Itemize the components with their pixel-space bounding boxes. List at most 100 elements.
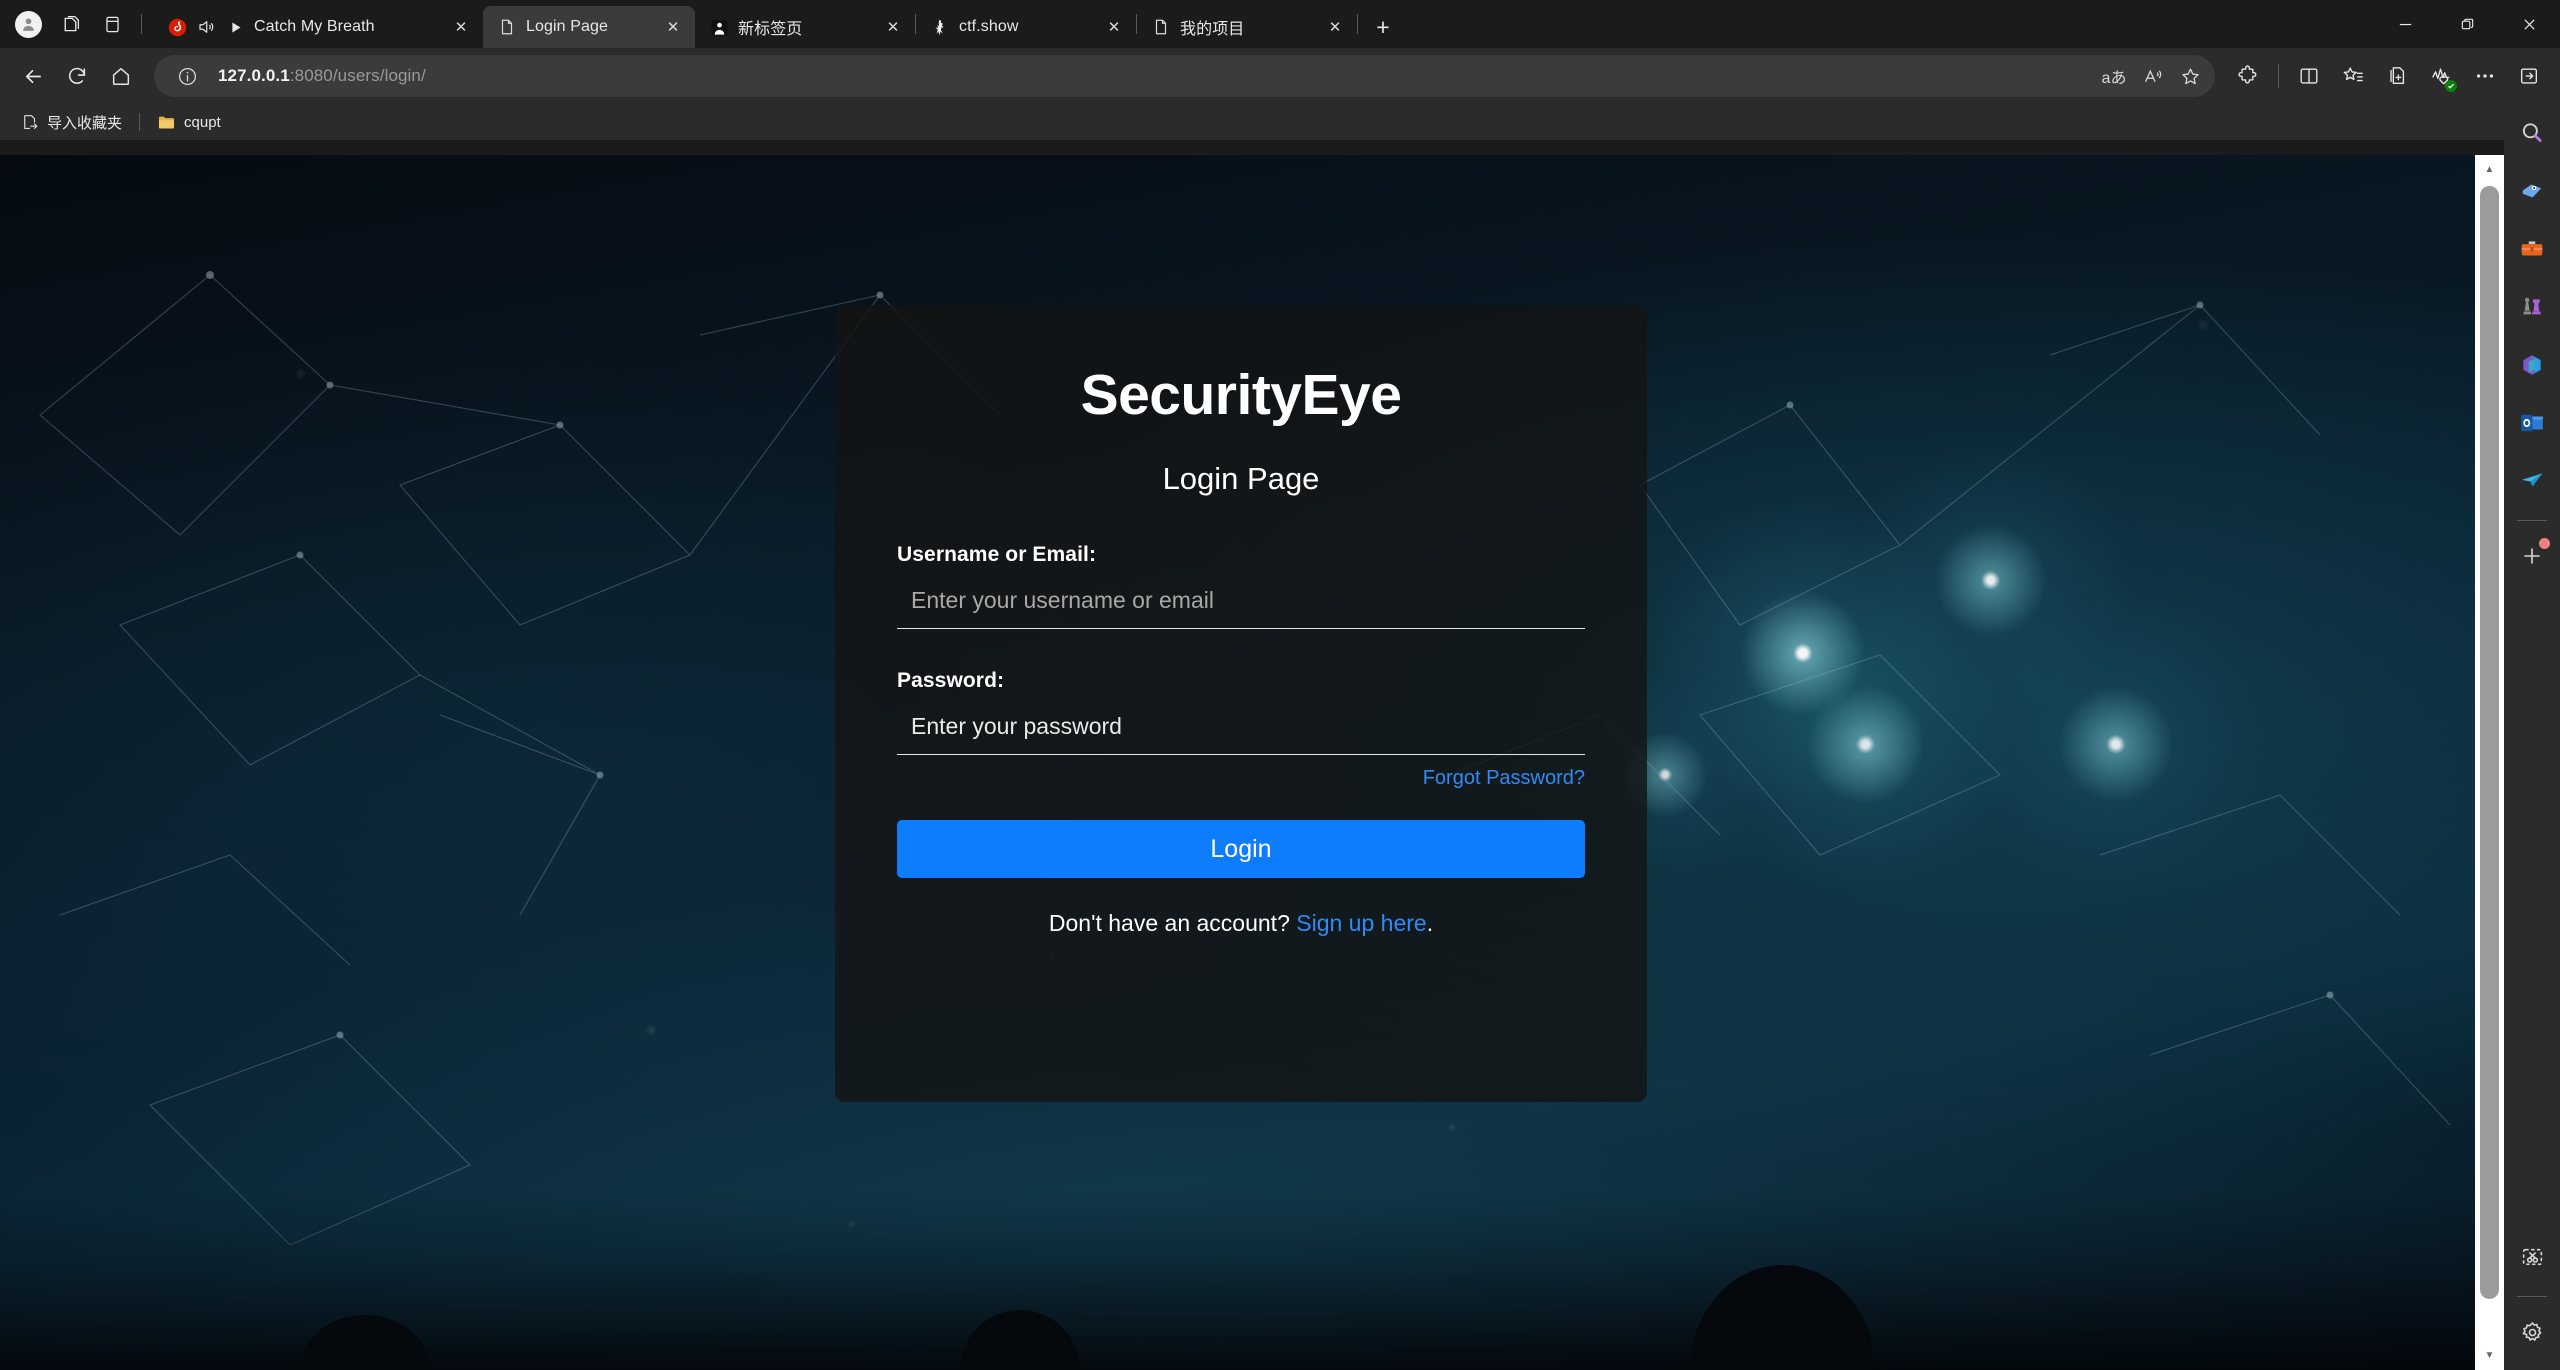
tab-my-project[interactable]: 我的项目 ✕ — [1137, 6, 1357, 48]
tab-mute-speaker-icon[interactable] — [196, 17, 216, 37]
read-aloud-icon — [2142, 66, 2163, 87]
tab-close-button[interactable]: ✕ — [880, 14, 906, 40]
tab-title: 我的项目 — [1180, 15, 1313, 39]
import-favorites-icon — [21, 113, 39, 131]
sidebar-microsoft365-button[interactable] — [2510, 343, 2554, 387]
collections-button[interactable] — [2332, 55, 2374, 97]
workspaces-button[interactable] — [50, 5, 90, 43]
crowd-silhouette — [0, 1190, 2504, 1370]
split-screen-icon — [2298, 65, 2320, 87]
games-chess-icon — [2519, 294, 2545, 320]
folder-icon — [157, 113, 176, 132]
window-close-button[interactable] — [2498, 0, 2560, 48]
login-button[interactable]: Login — [897, 820, 1585, 878]
extensions-button[interactable] — [2227, 55, 2269, 97]
sidebar-outlook-button[interactable] — [2510, 401, 2554, 445]
address-bar[interactable]: 127.0.0.1:8080/users/login/ aあ — [154, 55, 2215, 97]
edge-sidebar — [2504, 96, 2560, 1370]
essentials-status-badge — [2445, 80, 2457, 92]
translate-button[interactable]: aあ — [2095, 57, 2133, 95]
scrollbar-thumb[interactable] — [2480, 186, 2499, 1299]
workspaces-icon — [60, 14, 81, 35]
telegram-send-icon — [2519, 468, 2545, 494]
netease-music-icon — [167, 17, 187, 37]
sidebar-toggle-button[interactable] — [2508, 55, 2550, 97]
tab-login-page[interactable]: Login Page ✕ — [483, 6, 695, 48]
sidebar-add-button[interactable] — [2510, 534, 2554, 578]
sidebar-games-button[interactable] — [2510, 285, 2554, 329]
window-maximize-button[interactable] — [2436, 0, 2498, 48]
tab-ctfshow[interactable]: ctf.show ✕ — [916, 6, 1136, 48]
read-aloud-button[interactable] — [2133, 57, 2171, 95]
search-icon — [2519, 120, 2545, 146]
screenshot-snip-icon — [2520, 1245, 2545, 1270]
bookmark-label: cqupt — [184, 114, 221, 131]
username-input[interactable] — [897, 581, 1585, 629]
bookmark-label: 导入收藏夹 — [47, 112, 122, 133]
forgot-password-link[interactable]: Forgot Password? — [1423, 767, 1585, 789]
refresh-button[interactable] — [56, 55, 98, 97]
new-tab-button[interactable]: + — [1364, 8, 1402, 46]
bookmark-folder-cqupt[interactable]: cqupt — [148, 108, 230, 136]
microsoft-365-icon — [2519, 352, 2545, 378]
tab-new-tab-page[interactable]: 新标签页 ✕ — [695, 6, 915, 48]
page-scrollbar[interactable]: ▲ ▼ — [2475, 155, 2504, 1370]
tools-toolbox-icon — [2519, 236, 2545, 262]
back-button[interactable] — [12, 55, 54, 97]
forgot-password-row: Forgot Password? — [897, 767, 1585, 790]
account-avatar-icon — [15, 11, 42, 38]
sidebar-screenshot-button[interactable] — [2510, 1235, 2554, 1279]
back-arrow-icon — [22, 65, 45, 88]
profile-button[interactable] — [8, 5, 48, 43]
tab-play-icon[interactable] — [225, 17, 245, 37]
password-field-group: Password: — [897, 669, 1585, 755]
info-circle-icon[interactable] — [168, 57, 206, 95]
sidebar-search-button[interactable] — [2510, 111, 2554, 155]
toolbar-divider — [141, 14, 142, 34]
tab-strip: Catch My Breath ✕ Login Page ✕ 新标签页 ✕ — [0, 0, 2560, 48]
refresh-icon — [66, 65, 88, 87]
tab-close-button[interactable]: ✕ — [660, 14, 686, 40]
site-avatar-icon — [709, 17, 729, 37]
sidebar-settings-button[interactable] — [2510, 1310, 2554, 1354]
sidebar-send-button[interactable] — [2510, 459, 2554, 503]
tab-title: ctf.show — [959, 18, 1092, 36]
password-input[interactable] — [897, 707, 1585, 755]
settings-and-more-button[interactable] — [2464, 55, 2506, 97]
scrollbar-track[interactable] — [2475, 184, 2504, 1341]
tab-divider — [1357, 14, 1358, 34]
bookmarks-divider — [139, 113, 140, 131]
shopping-tag-icon — [2519, 178, 2545, 204]
collections-star-icon — [2342, 65, 2364, 87]
sidebar-tools-button[interactable] — [2510, 227, 2554, 271]
username-field-group: Username or Email: — [897, 543, 1585, 629]
signup-link[interactable]: Sign up here — [1296, 910, 1426, 936]
tab-catch-my-breath[interactable]: Catch My Breath ✕ — [153, 6, 483, 48]
tab-list: Catch My Breath ✕ Login Page ✕ 新标签页 ✕ — [153, 0, 2374, 48]
star-icon — [2180, 66, 2201, 87]
tab-actions-button[interactable] — [92, 5, 132, 43]
scroll-down-arrow[interactable]: ▼ — [2475, 1341, 2504, 1370]
home-button[interactable] — [100, 55, 142, 97]
page-document-icon — [497, 17, 517, 37]
bookmarks-bar: 导入收藏夹 cqupt — [0, 104, 2560, 140]
browser-toolbar: 127.0.0.1:8080/users/login/ aあ — [0, 48, 2560, 104]
browser-window: Catch My Breath ✕ Login Page ✕ 新标签页 ✕ — [0, 0, 2560, 1370]
signup-row: Don't have an account? Sign up here. — [897, 910, 1585, 937]
add-favorite-button[interactable] — [2171, 57, 2209, 95]
window-minimize-button[interactable] — [2374, 0, 2436, 48]
sidebar-shopping-button[interactable] — [2510, 169, 2554, 213]
username-label: Username or Email: — [897, 543, 1585, 567]
tab-close-button[interactable]: ✕ — [448, 14, 474, 40]
puzzle-piece-icon — [2237, 65, 2259, 87]
browser-essentials-button[interactable] — [2420, 55, 2462, 97]
url-path: :8080/users/login/ — [290, 66, 426, 85]
scroll-up-arrow[interactable]: ▲ — [2475, 155, 2504, 184]
tab-title: Catch My Breath — [254, 18, 439, 36]
tab-close-button[interactable]: ✕ — [1322, 14, 1348, 40]
tab-close-button[interactable]: ✕ — [1101, 14, 1127, 40]
add-page-to-collection-button[interactable] — [2376, 55, 2418, 97]
split-screen-button[interactable] — [2288, 55, 2330, 97]
bookmark-import-favorites[interactable]: 导入收藏夹 — [12, 108, 131, 136]
address-bar-url[interactable]: 127.0.0.1:8080/users/login/ — [206, 66, 2095, 86]
